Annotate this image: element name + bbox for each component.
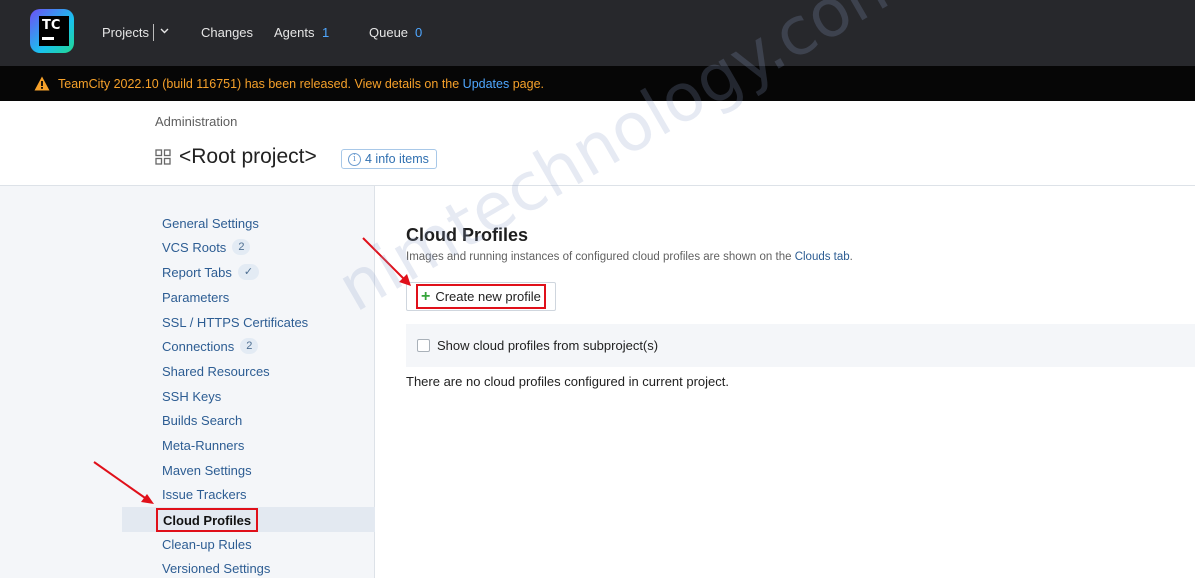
queue-count: 0 (415, 25, 423, 40)
top-navigation-bar: TC Projects Changes Agents 1 Queue 0 (0, 0, 1195, 66)
sidebar-item-issue-trackers[interactable]: Issue Trackers (162, 484, 247, 504)
sidebar-item-meta-runners[interactable]: Meta-Runners (162, 435, 244, 455)
sidebar-item-label: Shared Resources (162, 363, 270, 379)
sidebar-item-label: Report Tabs (162, 264, 232, 280)
sidebar-item-clean-up-rules[interactable]: Clean-up Rules (162, 534, 252, 554)
description-text: Images and running instances of configur… (406, 251, 795, 263)
check-icon: ✓ (237, 264, 260, 280)
sidebar-item-ssl-certificates[interactable]: SSL / HTTPS Certificates (162, 312, 308, 332)
sidebar-item-label: Issue Trackers (162, 486, 247, 502)
empty-state-message: There are no cloud profiles configured i… (406, 374, 730, 389)
sidebar-item-parameters[interactable]: Parameters (162, 287, 229, 307)
show-subprojects-label[interactable]: Show cloud profiles from subproject(s) (437, 338, 658, 353)
sidebar-item-vcs-roots[interactable]: VCS Roots 2 (162, 237, 251, 257)
create-profile-label: Create new profile (435, 289, 541, 304)
section-title: Cloud Profiles (406, 225, 529, 245)
banner-text-after: page. (509, 77, 544, 91)
info-items-label: 4 info items (365, 152, 429, 166)
nav-queue[interactable]: Queue (369, 24, 408, 41)
nav-changes[interactable]: Changes (201, 24, 253, 41)
description-end: . (849, 251, 853, 263)
logo-bar (42, 37, 54, 40)
teamcity-logo[interactable]: TC (30, 9, 80, 59)
chevron-down-icon[interactable] (160, 26, 169, 35)
sidebar-item-label: Clean-up Rules (162, 536, 252, 552)
project-grid-icon (155, 149, 171, 165)
sidebar-item-label: SSH Keys (162, 388, 222, 404)
page-title: <Root project> (179, 145, 317, 168)
update-banner: TeamCity 2022.10 (build 116751) has been… (0, 66, 1195, 101)
nav-projects[interactable]: Projects (102, 24, 149, 41)
sidebar-item-label: Meta-Runners (162, 437, 245, 453)
annotation-arrow-icon (362, 237, 411, 286)
warning-icon (34, 76, 50, 91)
banner-text-before: TeamCity 2022.10 (build 116751) has been… (58, 77, 463, 91)
sidebar-item-cloud-profiles[interactable]: Cloud Profiles (156, 508, 259, 532)
breadcrumb[interactable]: Administration (155, 114, 237, 129)
sidebar-item-general-settings[interactable]: General Settings (162, 213, 259, 233)
info-items-badge[interactable]: i 4 info items (341, 149, 437, 169)
create-new-profile-button[interactable]: + Create new profile (416, 284, 546, 309)
info-icon: i (348, 152, 361, 166)
sidebar-item-label: Parameters (162, 289, 230, 305)
sidebar-item-label: Connections (162, 338, 235, 354)
sidebar-item-label: SSL / HTTPS Certificates (162, 314, 309, 330)
logo-text: TC (42, 18, 61, 33)
agents-count: 1 (322, 25, 330, 40)
nav-separator (153, 24, 154, 41)
sidebar-item-label: Maven Settings (162, 462, 252, 478)
sidebar-item-versioned-settings[interactable]: Versioned Settings (162, 558, 270, 578)
banner-message: TeamCity 2022.10 (build 116751) has been… (58, 76, 544, 92)
count-badge: 2 (240, 338, 259, 354)
sidebar-item-shared-resources[interactable]: Shared Resources (162, 361, 270, 381)
sidebar-item-label: Builds Search (162, 412, 243, 428)
sidebar-item-connections[interactable]: Connections 2 (162, 336, 259, 356)
section-description: Images and running instances of configur… (406, 251, 853, 263)
nav-agents[interactable]: Agents (274, 24, 314, 41)
show-subprojects-checkbox[interactable] (417, 339, 430, 352)
updates-link[interactable]: Updates (463, 77, 510, 91)
clouds-tab-link[interactable]: Clouds tab (795, 251, 850, 263)
sidebar-item-label: General Settings (162, 215, 259, 231)
sidebar-item-label: Versioned Settings (162, 560, 271, 576)
count-badge: 2 (232, 239, 251, 255)
annotation-arrow-icon (93, 461, 154, 504)
sidebar-item-maven-settings[interactable]: Maven Settings (162, 460, 252, 480)
sidebar-item-label: VCS Roots (162, 239, 227, 255)
sidebar-item-builds-search[interactable]: Builds Search (162, 410, 242, 430)
plus-icon: + (421, 287, 431, 305)
sidebar-item-report-tabs[interactable]: Report Tabs ✓ (162, 262, 260, 282)
sidebar-item-ssh-keys[interactable]: SSH Keys (162, 386, 221, 406)
